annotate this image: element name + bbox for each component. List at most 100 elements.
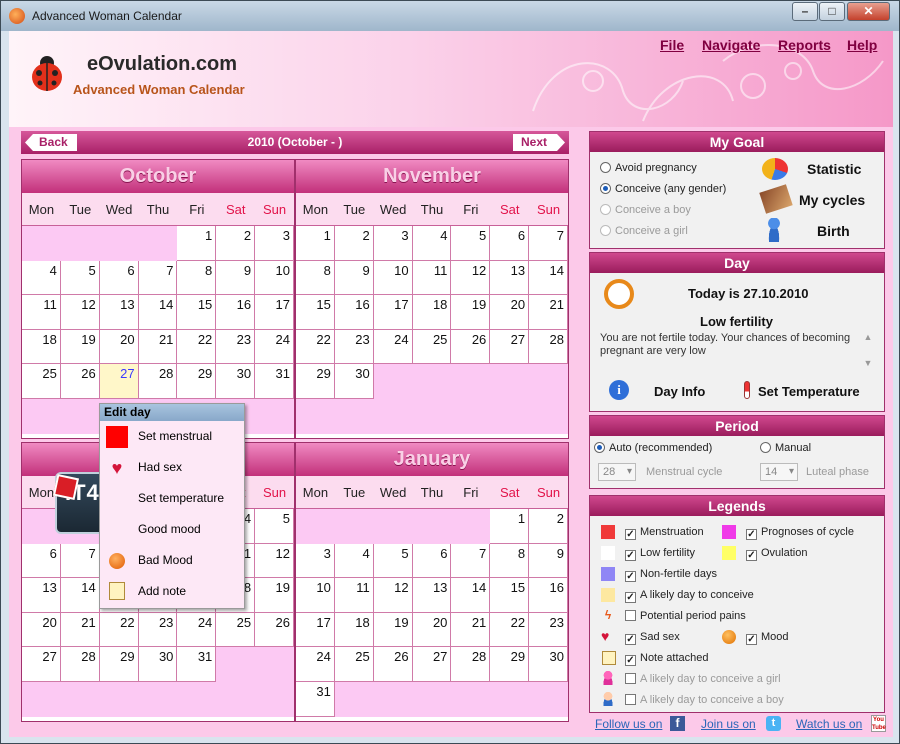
day-cell[interactable]: 29 (177, 364, 217, 399)
legend-note[interactable]: ✓ Note attached (625, 652, 709, 666)
day-cell[interactable]: 30 (334, 364, 374, 399)
day-cell[interactable]: 8 (296, 260, 335, 296)
day-cell[interactable]: 24 (296, 647, 335, 682)
day-cell[interactable]: 30 (216, 364, 256, 399)
day-cell[interactable]: 17 (373, 295, 413, 330)
description-scrollbar[interactable]: ▲ ▼ (862, 331, 874, 371)
menu-item-set-menstrual[interactable]: Set menstrual (100, 421, 244, 452)
day-cell[interactable]: 16 (216, 295, 256, 330)
legend-conceive-girl[interactable]: A likely day to conceive a girl (625, 673, 781, 685)
day-cell[interactable]: 15 (296, 295, 335, 330)
day-cell[interactable]: 1 (177, 226, 217, 261)
day-cell[interactable]: 27 (490, 329, 530, 365)
day-cell[interactable]: 28 (60, 647, 100, 682)
day-cell[interactable]: 20 (99, 329, 139, 365)
day-cell[interactable]: 20 (22, 612, 61, 648)
statistic-link[interactable]: Statistic (807, 161, 861, 177)
day-cell[interactable]: 26 (60, 364, 100, 399)
day-cell[interactable]: 25 (412, 329, 452, 365)
radio-avoid-pregnancy[interactable]: Avoid pregnancy (600, 162, 697, 174)
watch-us-link[interactable]: Watch us on (796, 717, 862, 731)
day-cell[interactable]: 12 (255, 543, 294, 579)
day-cell[interactable]: 14 (529, 260, 568, 296)
day-cell[interactable]: 13 (99, 295, 139, 330)
maximize-button[interactable]: □ (819, 2, 845, 21)
radio-conceive-boy[interactable]: Conceive a boy (600, 204, 691, 216)
day-cell[interactable]: 23 (216, 329, 256, 365)
day-cell[interactable]: 4 (334, 543, 374, 579)
set-temperature-link[interactable]: Set Temperature (758, 384, 860, 399)
day-cell[interactable]: 13 (490, 260, 530, 296)
day-cell[interactable]: 5 (373, 543, 413, 579)
twitter-icon[interactable]: t (766, 716, 781, 731)
day-cell[interactable]: 25 (22, 364, 61, 399)
my-cycles-link[interactable]: My cycles (799, 192, 865, 208)
day-cell[interactable]: 3 (296, 543, 335, 579)
menu-item-had-sex[interactable]: ♥ Had sex (100, 452, 244, 483)
day-cell[interactable]: 14 (138, 295, 178, 330)
day-cell[interactable]: 7 (60, 543, 100, 579)
day-cell[interactable]: 25 (334, 647, 374, 682)
menu-reports[interactable]: Reports (778, 37, 831, 53)
day-cell[interactable]: 12 (373, 578, 413, 613)
join-us-link[interactable]: Join us on (701, 717, 756, 731)
legend-had-sex[interactable]: ✓ Sad sex (625, 631, 680, 645)
day-cell[interactable]: 18 (22, 329, 61, 365)
day-cell[interactable]: 3 (373, 226, 413, 261)
youtube-icon[interactable]: You Tube (871, 715, 886, 732)
day-cell[interactable]: 31 (177, 647, 217, 682)
day-cell[interactable]: 4 (22, 260, 61, 296)
minimize-button[interactable]: – (792, 2, 818, 21)
title-bar[interactable]: Advanced Woman Calendar – □ ✕ (1, 1, 899, 31)
day-cell[interactable]: 31 (255, 364, 294, 399)
day-cell[interactable]: 21 (529, 295, 568, 330)
day-cell[interactable]: 1 (490, 509, 530, 544)
day-cell[interactable]: 5 (255, 509, 294, 544)
day-cell[interactable]: 7 (138, 260, 178, 296)
day-cell[interactable]: 17 (255, 295, 294, 330)
day-cell[interactable]: 7 (451, 543, 491, 579)
day-cell[interactable]: 28 (138, 364, 178, 399)
day-cell[interactable]: 6 (99, 260, 139, 296)
day-cell[interactable]: 27 (22, 647, 61, 682)
radio-auto[interactable]: Auto (recommended) (594, 442, 712, 454)
day-cell[interactable]: 30 (138, 647, 178, 682)
close-button[interactable]: ✕ (847, 2, 890, 21)
day-cell[interactable]: 19 (373, 612, 413, 648)
radio-conceive-girl[interactable]: Conceive a girl (600, 225, 688, 237)
day-info-link[interactable]: Day Info (654, 384, 705, 399)
day-cell[interactable]: 27 (412, 647, 452, 682)
day-cell[interactable]: 7 (529, 226, 568, 261)
day-cell[interactable]: 6 (22, 543, 61, 579)
day-cell[interactable]: 19 (60, 329, 100, 365)
legend-low-fertility[interactable]: ✓ Low fertility (625, 547, 695, 561)
legend-conceive[interactable]: ✓ A likely day to conceive (625, 589, 754, 603)
day-cell[interactable]: 20 (490, 295, 530, 330)
day-cell[interactable]: 15 (177, 295, 217, 330)
day-cell[interactable]: 13 (22, 578, 61, 613)
day-cell[interactable]: 5 (60, 260, 100, 296)
day-cell[interactable]: 21 (451, 612, 491, 648)
day-cell[interactable]: 9 (334, 260, 374, 296)
day-cell[interactable]: 18 (412, 295, 452, 330)
menu-navigate[interactable]: Navigate (702, 37, 760, 53)
day-cell[interactable]: 24 (373, 329, 413, 365)
day-cell[interactable]: 6 (490, 226, 530, 261)
day-cell[interactable]: 21 (60, 612, 100, 648)
day-cell[interactable]: 17 (296, 612, 335, 648)
day-cell[interactable]: 23 (138, 612, 178, 648)
day-cell[interactable]: 26 (373, 647, 413, 682)
day-cell[interactable]: 1 (296, 226, 335, 261)
day-cell[interactable]: 22 (296, 329, 335, 365)
legend-ovulation[interactable]: ✓ Ovulation (746, 547, 807, 561)
day-cell[interactable]: 29 (296, 364, 335, 399)
menu-item-bad-mood[interactable]: Bad Mood (100, 545, 244, 576)
menstrual-cycle-select[interactable]: 28 (598, 463, 636, 481)
day-cell[interactable]: 28 (529, 329, 568, 365)
day-cell[interactable]: 3 (255, 226, 294, 261)
legend-conceive-boy[interactable]: A likely day to conceive a boy (625, 694, 784, 706)
day-cell[interactable]: 26 (255, 612, 294, 648)
day-cell[interactable]: 14 (60, 578, 100, 613)
legend-menstruation[interactable]: ✓ Menstruation (625, 526, 704, 540)
day-cell[interactable]: 19 (451, 295, 491, 330)
